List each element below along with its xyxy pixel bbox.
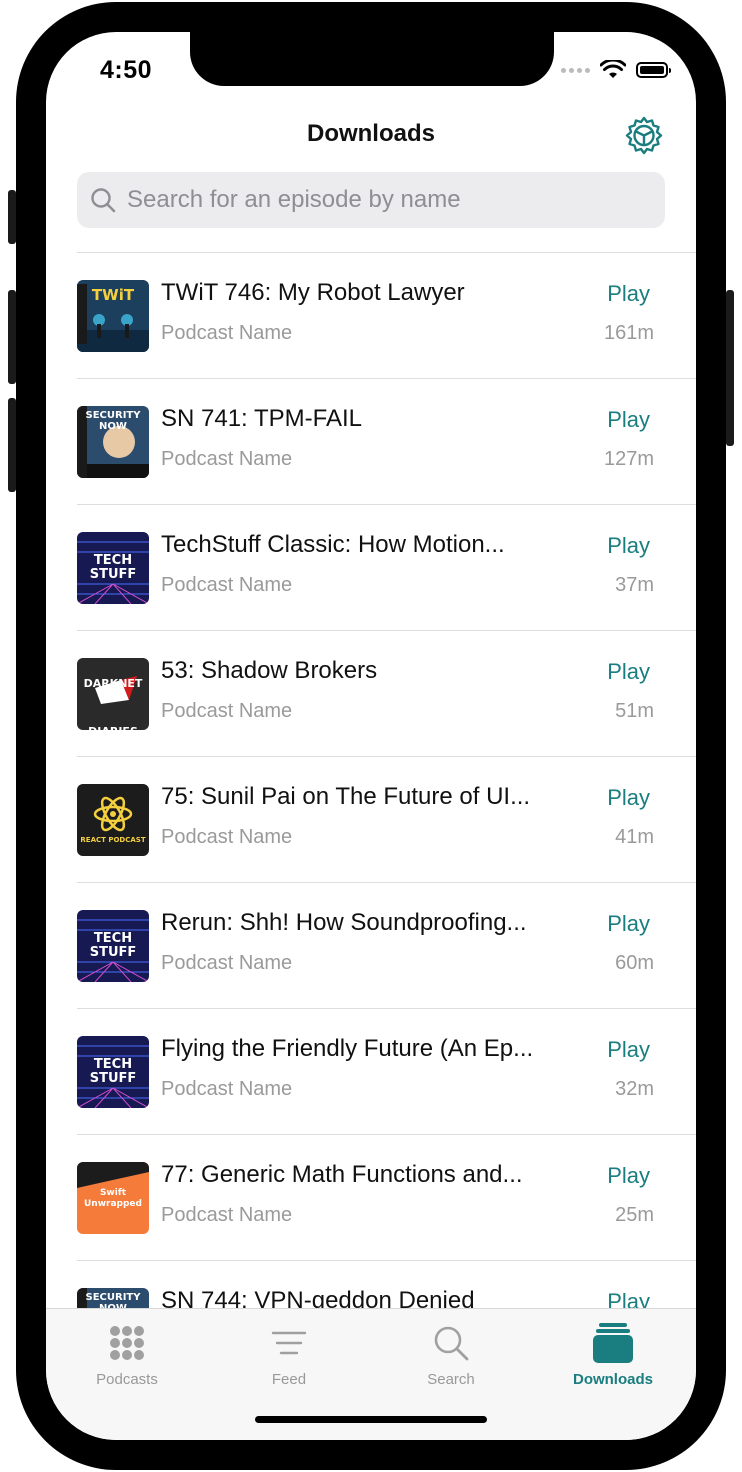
status-icons [561, 60, 671, 80]
episode-row[interactable]: SECURITY NOW SN 741: TPM-FAIL Podcast Name… [77, 379, 696, 505]
play-button[interactable]: Play [607, 407, 650, 433]
battery-icon [636, 62, 671, 78]
episode-title: Rerun: Shh! How Soundproofing... [161, 909, 527, 936]
podcast-name: Podcast Name [161, 1204, 293, 1226]
podcast-name: Podcast Name [161, 574, 293, 596]
artwork-label: TECH STUFF [89, 931, 137, 960]
podcast-artwork: TECH STUFF [77, 910, 149, 982]
search-input[interactable] [125, 185, 649, 215]
screen: 4:50 Downloads TWiT TWiT 746: My Robot La… [46, 32, 696, 1440]
podcast-name: Podcast Name [161, 826, 293, 848]
episode-title: Flying the Friendly Future (An Ep... [161, 1035, 534, 1062]
episode-duration: 51m [615, 700, 654, 722]
episode-duration: 60m [615, 952, 654, 974]
episode-title: SN 741: TPM-FAIL [161, 405, 362, 432]
podcast-name: Podcast Name [161, 448, 293, 470]
episode-list: TWiT TWiT 746: My Robot Lawyer Podcast Nam… [46, 253, 696, 1387]
artwork-label: DARKNET DIARIES [83, 677, 143, 730]
episode-row[interactable]: REACT PODCAST 75: Sunil Pai on The Future… [77, 757, 696, 883]
episode-row[interactable]: DARKNET DIARIES 53: Shadow Brokers Podcast… [77, 631, 696, 757]
tab-label: Downloads [572, 1371, 653, 1388]
episode-title: 75: Sunil Pai on The Future of UI... [161, 783, 531, 810]
podcast-artwork: DARKNET DIARIES [77, 658, 149, 730]
podcast-name: Podcast Name [161, 700, 293, 722]
podcast-artwork: TECH STUFF [77, 1036, 149, 1108]
artwork-label: SECURITY NOW [85, 410, 141, 432]
episode-duration: 37m [615, 574, 654, 596]
search-icon [91, 188, 116, 213]
power-button [726, 290, 734, 446]
artwork-label: TECH STUFF [89, 553, 137, 582]
artwork-label: TWiT [91, 286, 135, 304]
episode-row[interactable]: TWiT TWiT 746: My Robot Lawyer Podcast Nam… [77, 253, 696, 379]
notch [190, 32, 554, 86]
volume-up-button [8, 290, 16, 384]
podcast-artwork: TWiT [77, 280, 149, 352]
podcast-artwork: TECH STUFF [77, 532, 149, 604]
episode-duration: 127m [603, 448, 654, 470]
artwork-label: TECH STUFF [89, 1057, 137, 1086]
artwork-label: REACT PODCAST [80, 836, 146, 844]
podcast-name: Podcast Name [161, 1078, 293, 1100]
tab-search[interactable]: Search [370, 1321, 532, 1388]
volume-down-button [8, 398, 16, 492]
episode-title: TWiT 746: My Robot Lawyer [161, 279, 465, 306]
episode-row[interactable]: TECH STUFF Flying the Friendly Future (An… [77, 1009, 696, 1135]
episode-row[interactable]: TECH STUFF TechStuff Classic: How Motion.… [77, 505, 696, 631]
episode-duration: 32m [615, 1078, 654, 1100]
artwork-label: Swift Unwrapped [84, 1188, 142, 1209]
episode-title: 53: Shadow Brokers [161, 657, 378, 684]
podcast-name: Podcast Name [161, 952, 293, 974]
search-bar[interactable] [77, 172, 665, 228]
mute-switch [8, 190, 16, 244]
tab-podcasts[interactable]: Podcasts [46, 1321, 208, 1388]
episode-duration: 161m [603, 322, 654, 344]
tab-label: Podcasts [96, 1371, 158, 1388]
home-indicator [255, 1416, 487, 1423]
grid-icon [110, 1326, 144, 1360]
tab-feed[interactable]: Feed [208, 1321, 370, 1388]
play-button[interactable]: Play [607, 533, 650, 559]
settings-icon[interactable] [624, 116, 664, 156]
play-button[interactable]: Play [607, 659, 650, 685]
list-icon [271, 1331, 307, 1355]
podcast-artwork: REACT PODCAST [77, 784, 149, 856]
wifi-icon [600, 60, 626, 78]
play-button[interactable]: Play [607, 281, 650, 307]
search-icon [434, 1326, 469, 1361]
play-button[interactable]: Play [607, 1163, 650, 1189]
status-time: 4:50 [100, 56, 153, 84]
podcast-name: Podcast Name [161, 322, 293, 344]
tab-label: Search [427, 1371, 475, 1388]
episode-row[interactable]: Swift Unwrapped 77: Generic Math Function… [77, 1135, 696, 1261]
episode-title: TechStuff Classic: How Motion... [161, 531, 505, 558]
page-title: Downloads [306, 120, 435, 147]
play-button[interactable]: Play [607, 911, 650, 937]
downloads-icon [593, 1323, 633, 1363]
signal-icon [561, 67, 590, 73]
episode-duration: 25m [615, 1204, 654, 1226]
play-button[interactable]: Play [607, 785, 650, 811]
tab-label: Feed [271, 1371, 307, 1388]
podcast-artwork: SECURITY NOW [77, 406, 149, 478]
episode-title: 77: Generic Math Functions and... [161, 1161, 523, 1188]
play-button[interactable]: Play [607, 1037, 650, 1063]
tab-downloads[interactable]: Downloads [532, 1321, 694, 1388]
episode-row[interactable]: TECH STUFF Rerun: Shh! How Soundproofing.… [77, 883, 696, 1009]
podcast-artwork: Swift Unwrapped [77, 1162, 149, 1234]
episode-duration: 41m [615, 826, 654, 848]
